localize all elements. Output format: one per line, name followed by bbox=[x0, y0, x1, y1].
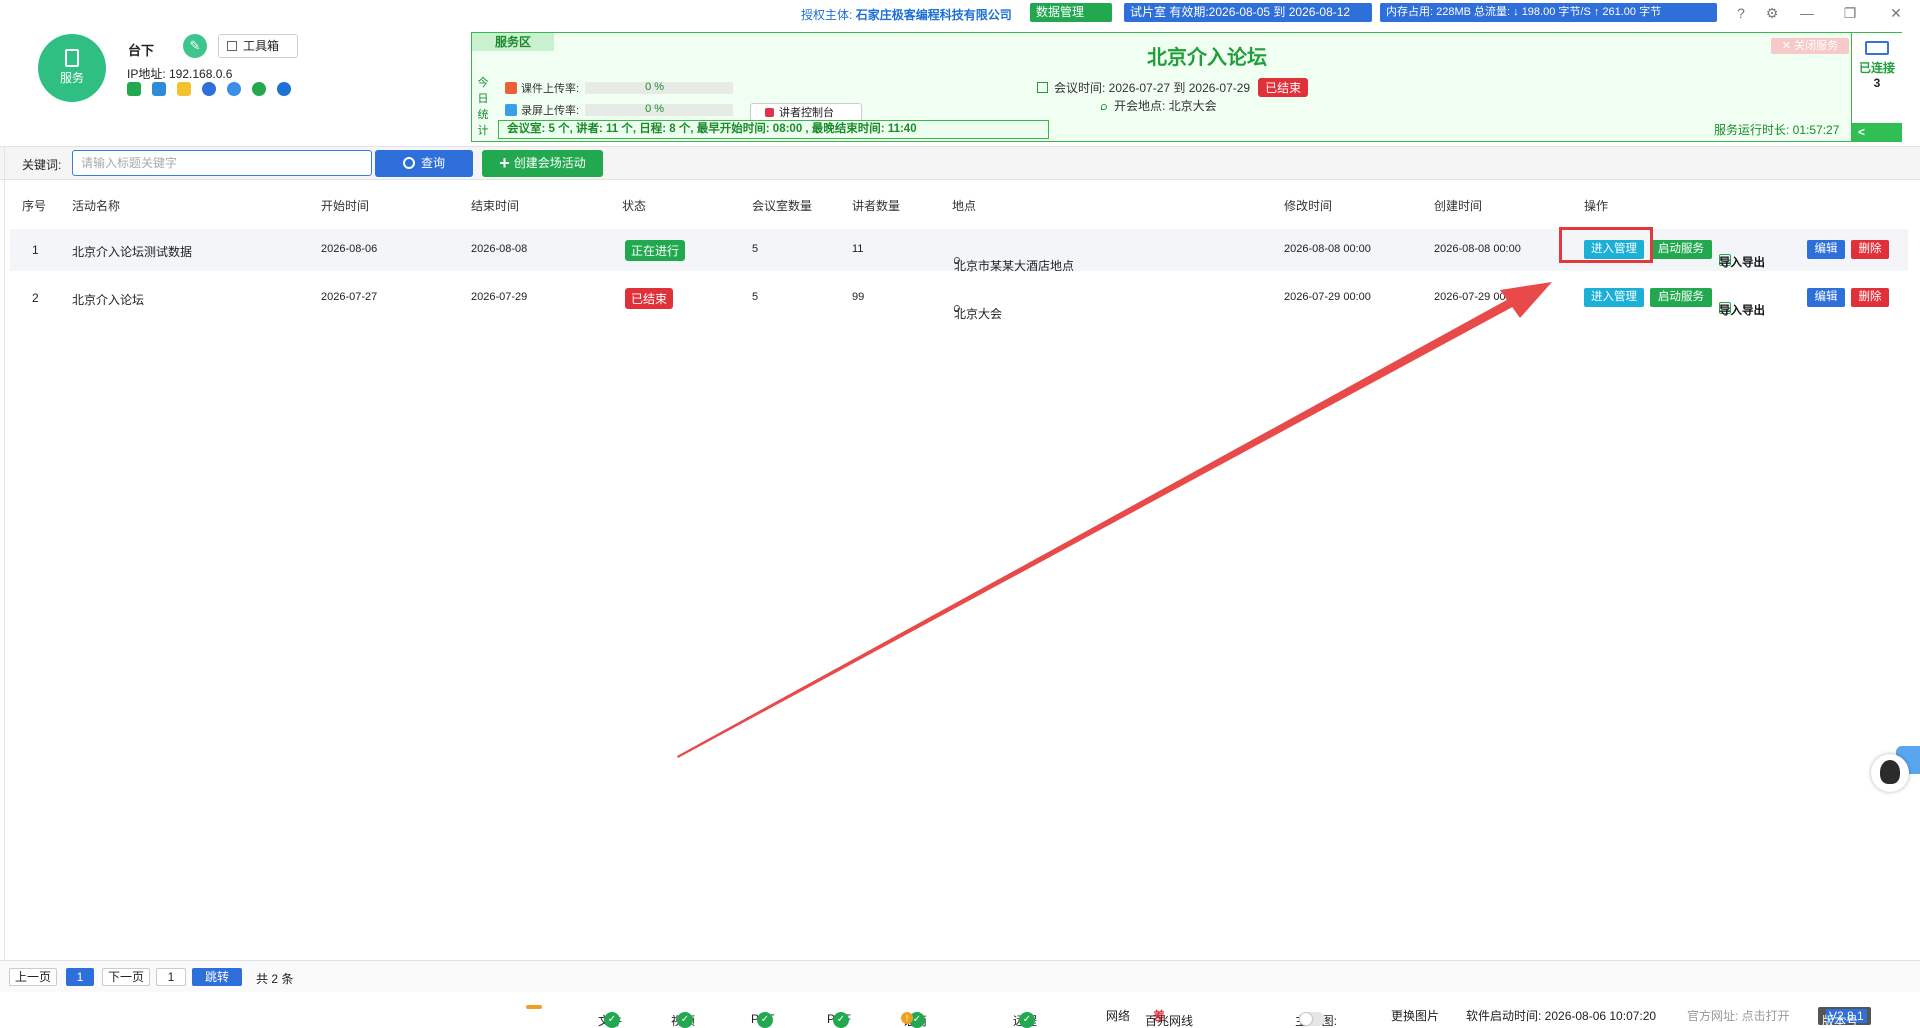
check-label: 检查 bbox=[534, 1012, 559, 1026]
arrow-head bbox=[1500, 282, 1552, 318]
pagination: 上一页 1 下一页 1 跳转 共 2 条 bbox=[0, 960, 1920, 992]
warning-icon: ! bbox=[901, 1012, 913, 1024]
left-divider bbox=[4, 146, 5, 992]
page-number-input[interactable]: 1 bbox=[156, 968, 186, 986]
prev-page-button[interactable]: 上一页 bbox=[9, 968, 57, 986]
official-site-link[interactable]: 官方网址: 点击打开 bbox=[1687, 1007, 1790, 1024]
page-1-button[interactable]: 1 bbox=[66, 968, 94, 986]
annotation-arrow bbox=[677, 282, 1552, 758]
check-icon: ✓ bbox=[1019, 1012, 1035, 1028]
check-button[interactable]: ⟳ 检查 bbox=[526, 1005, 558, 1026]
check-icon: ✓ bbox=[757, 1012, 773, 1028]
check-icon: ✓ bbox=[604, 1012, 620, 1028]
version-badge: 版本号 V2.8.1 bbox=[1818, 1007, 1871, 1028]
check-icon: ✓ bbox=[833, 1012, 849, 1028]
status-gigabit: 百兆网线 差 bbox=[1145, 1007, 1193, 1028]
toggle-switch[interactable] bbox=[1299, 1012, 1325, 1026]
total-count: 共 2 条 bbox=[256, 972, 294, 986]
status-network: 网络 bbox=[1106, 1009, 1131, 1023]
assistant-avatar-icon[interactable] bbox=[1871, 754, 1909, 792]
change-image-button[interactable]: 更换图片 bbox=[1391, 1007, 1439, 1024]
version-label: 版本号 bbox=[1822, 1014, 1859, 1028]
check-icon: ✓ bbox=[677, 1012, 693, 1028]
status-gigabit-label: 百兆网线 bbox=[1145, 1014, 1194, 1028]
status-bar: ⟳ 检查 文件✓ 视频✓ PPT✓ PDF✓ 话筒✓! 远程✓ 网络 百兆网线 … bbox=[0, 1002, 1920, 1028]
next-page-button[interactable]: 下一页 bbox=[102, 968, 150, 986]
jump-button[interactable]: 跳转 bbox=[192, 968, 242, 986]
arrow-shaft bbox=[677, 296, 1518, 758]
launch-time: 软件启动时间: 2026-08-06 10:07:20 bbox=[1466, 1009, 1657, 1023]
